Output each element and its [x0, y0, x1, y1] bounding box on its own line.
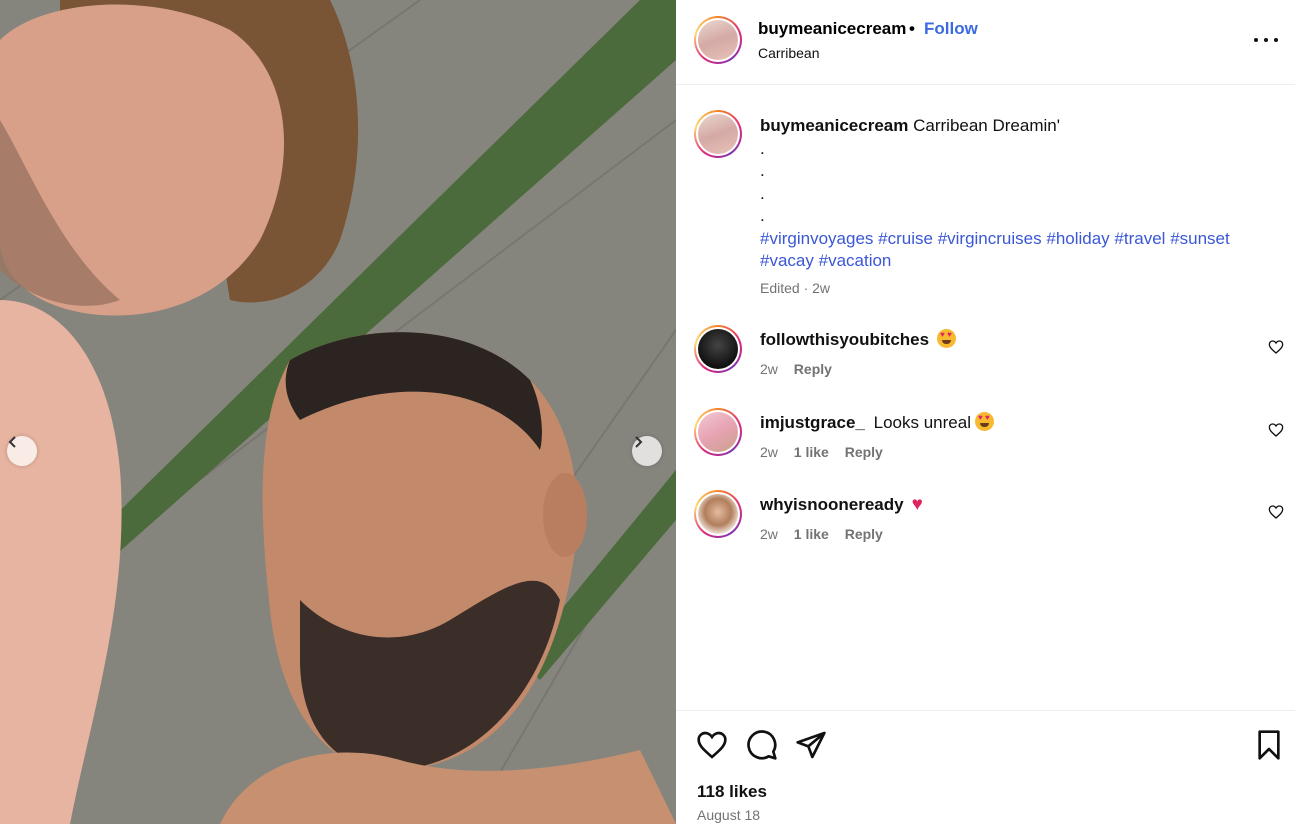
- more-options-button[interactable]: [1254, 30, 1278, 50]
- heart-eyes-emoji: [937, 329, 957, 348]
- comment-likes-count[interactable]: 1 like: [794, 526, 829, 542]
- likes-count[interactable]: 118 likes: [697, 782, 767, 802]
- hashtag-link[interactable]: #travel: [1114, 229, 1165, 248]
- commenter-avatar[interactable]: [694, 325, 742, 373]
- caption-text-block: buymeanicecream Carribean Dreamin' . . .…: [760, 115, 1260, 273]
- previous-photo-button[interactable]: [7, 436, 37, 466]
- commenter-avatar[interactable]: [694, 490, 742, 538]
- comment-line: whyisnooneready ♥: [760, 494, 923, 516]
- post-location[interactable]: Carribean: [758, 45, 819, 61]
- caption-username[interactable]: buymeanicecream: [760, 116, 908, 135]
- comment-item: whyisnooneready ♥ 2w 1 like Reply: [676, 490, 1295, 560]
- caption-dot: .: [760, 161, 765, 180]
- commenter-avatar[interactable]: [694, 408, 742, 456]
- follow-button[interactable]: Follow: [924, 19, 978, 39]
- comment-meta: 2w Reply: [760, 361, 844, 377]
- caption-dot: .: [760, 206, 765, 225]
- comment-time: 2w: [760, 361, 778, 377]
- author-username[interactable]: buymeanicecream: [758, 19, 906, 39]
- bookmark-icon[interactable]: [1253, 729, 1285, 761]
- post-date: August 18: [697, 807, 761, 823]
- caption-dot: .: [760, 183, 765, 203]
- comment-line: followthisyoubitches: [760, 329, 957, 350]
- caption-author-avatar[interactable]: [694, 110, 742, 158]
- next-photo-button[interactable]: [632, 436, 662, 466]
- like-comment-heart-icon[interactable]: [1268, 422, 1284, 438]
- reply-button[interactable]: Reply: [794, 361, 832, 377]
- post-actions-footer: 118 likes August 18: [676, 710, 1295, 824]
- pink-heart-emoji: ♥: [911, 494, 923, 515]
- photo-illustration: [0, 0, 676, 824]
- chevron-right-icon: [635, 436, 643, 448]
- hashtag-link[interactable]: #cruise: [878, 229, 933, 248]
- comment-meta: 2w 1 like Reply: [760, 526, 895, 542]
- caption-hashtags: #virginvoyages #cruise #virgincruises #h…: [760, 228, 1260, 273]
- post-photo: [0, 0, 676, 824]
- author-avatar[interactable]: [694, 16, 742, 64]
- caption-text: Carribean Dreamin': [913, 116, 1060, 135]
- comment-text: Looks unreal: [873, 413, 971, 432]
- caption-dot: .: [760, 138, 765, 158]
- hashtag-link[interactable]: #vacay: [760, 251, 814, 270]
- post-header: buymeanicecream • Follow Carribean: [676, 0, 1295, 85]
- separator-dot: •: [909, 19, 915, 38]
- more-options-icon: [1254, 38, 1258, 42]
- post-side-panel: buymeanicecream • Follow Carribean buyme…: [676, 0, 1295, 824]
- like-comment-heart-icon[interactable]: [1268, 504, 1284, 520]
- like-comment-heart-icon[interactable]: [1268, 339, 1284, 355]
- chevron-left-icon: [8, 436, 16, 448]
- comment-time: 2w: [760, 444, 778, 460]
- hashtag-link[interactable]: #holiday: [1046, 229, 1109, 248]
- comment-item: imjustgrace_ Looks unreal 2w 1 like Repl…: [676, 408, 1295, 478]
- comments-section: buymeanicecream Carribean Dreamin' . . .…: [676, 86, 1295, 710]
- comment-line: imjustgrace_ Looks unreal: [760, 412, 994, 433]
- commenter-username[interactable]: followthisyoubitches: [760, 330, 929, 349]
- hashtag-link[interactable]: #virgincruises: [938, 229, 1042, 248]
- more-options-icon-dot: [1274, 38, 1278, 42]
- comment-likes-count[interactable]: 1 like: [794, 444, 829, 460]
- comment-item: followthisyoubitches 2w Reply: [676, 325, 1295, 395]
- commenter-username[interactable]: imjustgrace_: [760, 413, 865, 432]
- hashtag-link[interactable]: #vacation: [819, 251, 892, 270]
- hashtag-link[interactable]: #sunset: [1170, 229, 1230, 248]
- comment-meta: 2w 1 like Reply: [760, 444, 895, 460]
- hashtag-link[interactable]: #virginvoyages: [760, 229, 873, 248]
- reply-button[interactable]: Reply: [845, 444, 883, 460]
- heart-eyes-emoji: [974, 412, 994, 431]
- reply-button[interactable]: Reply: [845, 526, 883, 542]
- more-options-icon-dot: [1264, 38, 1268, 42]
- heart-icon[interactable]: [696, 729, 728, 761]
- comment-time: 2w: [760, 526, 778, 542]
- comment-bubble-icon[interactable]: [746, 729, 778, 761]
- paper-plane-icon[interactable]: [795, 729, 827, 761]
- commenter-username[interactable]: whyisnooneready: [760, 495, 904, 514]
- edited-timestamp: Edited · 2w: [760, 280, 831, 296]
